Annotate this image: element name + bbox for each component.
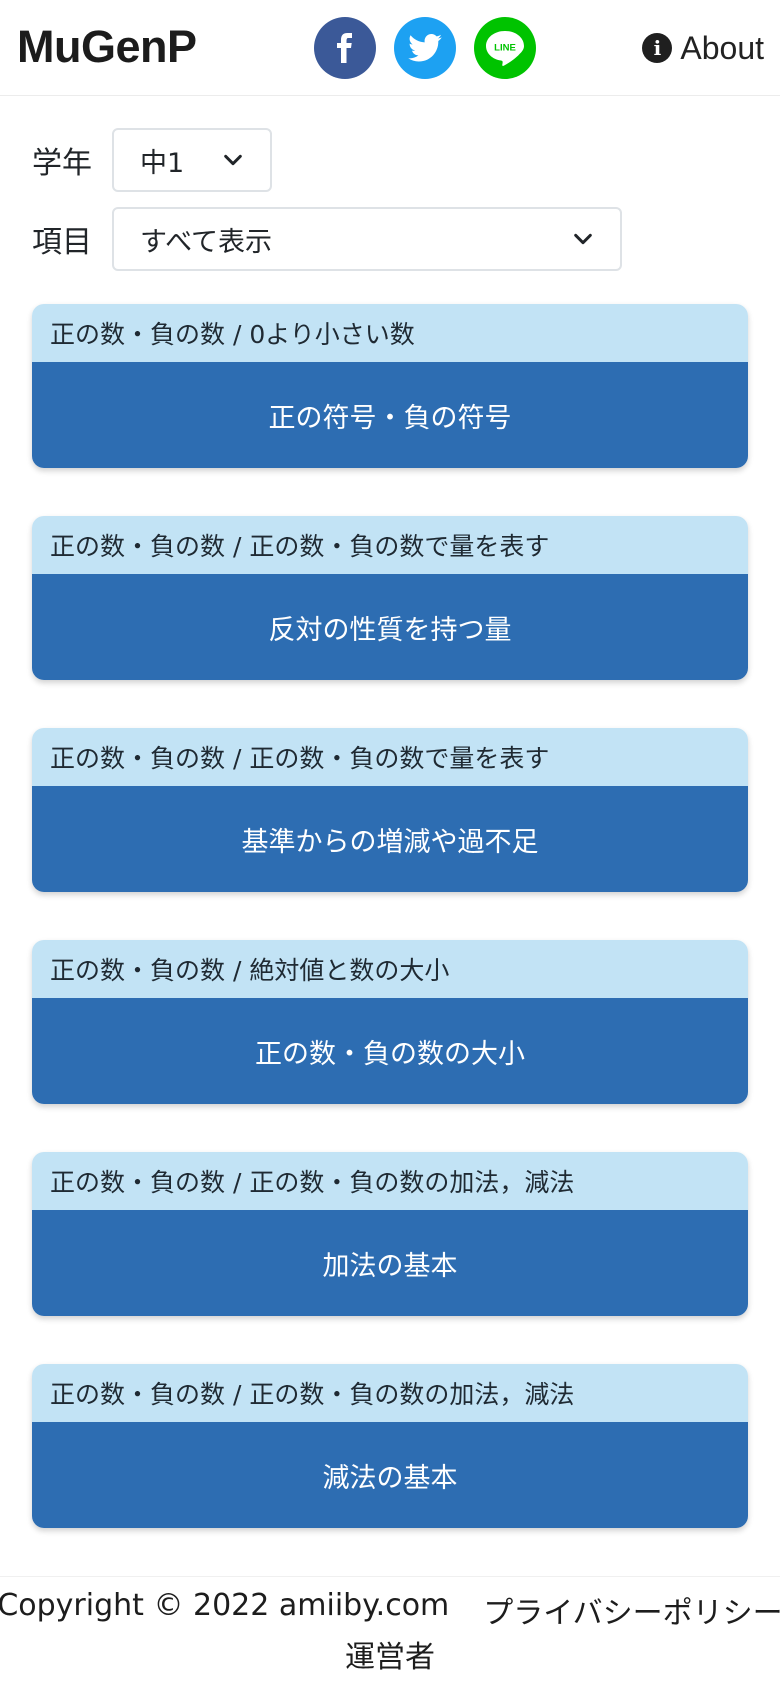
topic-card-category: 正の数・負の数 / 正の数・負の数で量を表す xyxy=(32,516,748,574)
item-select[interactable]: すべて表示 xyxy=(112,207,622,271)
grade-filter-row: 学年 中1 xyxy=(32,128,272,192)
about-label: About xyxy=(680,30,764,66)
chevron-down-icon xyxy=(224,154,242,166)
item-label: 項目 xyxy=(32,225,92,260)
footer-divider xyxy=(0,1576,780,1577)
footer: Copyright © 2022 amiiby.com プライバシーポリシー xyxy=(0,1588,780,1632)
about-link[interactable]: i About xyxy=(642,26,764,70)
topic-card-title[interactable]: 加法の基本 xyxy=(32,1210,748,1316)
facebook-icon xyxy=(337,33,352,63)
copyright-text: Copyright © 2022 amiiby.com xyxy=(0,1588,450,1623)
topic-card-category: 正の数・負の数 / 正の数・負の数の加法，減法 xyxy=(32,1152,748,1210)
line-icon: LINE xyxy=(486,31,524,66)
topic-card[interactable]: 正の数・負の数 / 絶対値と数の大小 正の数・負の数の大小 xyxy=(32,940,748,1104)
svg-text:LINE: LINE xyxy=(494,43,516,54)
topic-card-category: 正の数・負の数 / 正の数・負の数で量を表す xyxy=(32,728,748,786)
topic-card-category: 正の数・負の数 / 正の数・負の数の加法，減法 xyxy=(32,1364,748,1422)
twitter-share-button[interactable] xyxy=(394,17,456,79)
topic-card[interactable]: 正の数・負の数 / 正の数・負の数の加法，減法 加法の基本 xyxy=(32,1152,748,1316)
grade-label: 学年 xyxy=(32,146,92,181)
grade-select[interactable]: 中1 xyxy=(112,128,272,192)
topic-card-title[interactable]: 減法の基本 xyxy=(32,1422,748,1528)
top-navbar: MuGenP LINE i About xyxy=(0,0,780,96)
brand-logo[interactable]: MuGenP xyxy=(17,20,197,74)
topic-card-title[interactable]: 基準からの増減や過不足 xyxy=(32,786,748,892)
topic-card-category: 正の数・負の数 / 0より小さい数 xyxy=(32,304,748,362)
item-filter-row: 項目 すべて表示 xyxy=(32,207,622,271)
topic-card-title[interactable]: 反対の性質を持つ量 xyxy=(32,574,748,680)
operator-link[interactable]: 運営者 xyxy=(345,1640,435,1675)
topic-card-category: 正の数・負の数 / 絶対値と数の大小 xyxy=(32,940,748,998)
privacy-policy-link[interactable]: プライバシーポリシー xyxy=(483,1588,780,1632)
chevron-down-icon xyxy=(574,233,592,245)
info-icon: i xyxy=(642,33,673,63)
twitter-icon xyxy=(408,34,442,62)
topic-card-title[interactable]: 正の符号・負の符号 xyxy=(32,362,748,468)
topic-card-title[interactable]: 正の数・負の数の大小 xyxy=(32,998,748,1104)
facebook-share-button[interactable] xyxy=(314,17,376,79)
topic-card[interactable]: 正の数・負の数 / 正の数・負の数の加法，減法 減法の基本 xyxy=(32,1364,748,1528)
topic-card[interactable]: 正の数・負の数 / 正の数・負の数で量を表す 基準からの増減や過不足 xyxy=(32,728,748,892)
topic-card[interactable]: 正の数・負の数 / 0より小さい数 正の符号・負の符号 xyxy=(32,304,748,468)
grade-select-value: 中1 xyxy=(140,147,185,179)
item-select-value: すべて表示 xyxy=(140,226,273,258)
topic-card[interactable]: 正の数・負の数 / 正の数・負の数で量を表す 反対の性質を持つ量 xyxy=(32,516,748,680)
footer-secondary: 運営者 xyxy=(0,1632,780,1676)
line-share-button[interactable]: LINE xyxy=(474,17,536,79)
